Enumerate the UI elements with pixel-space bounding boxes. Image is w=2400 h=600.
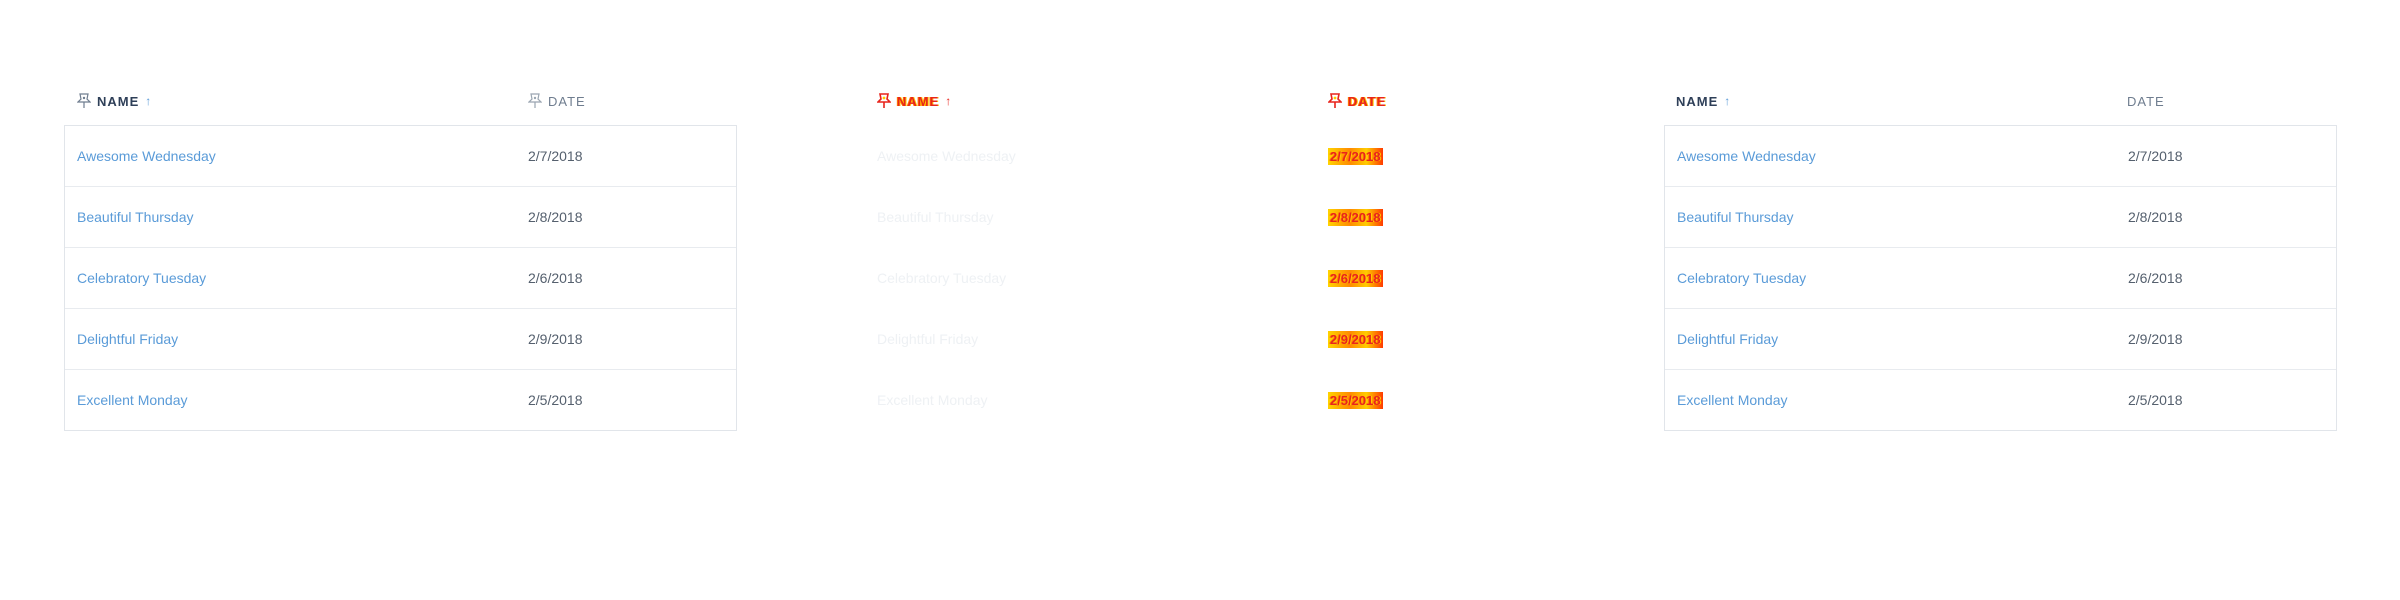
row-date-text: 2/6/2018 bbox=[1328, 269, 1383, 287]
sort-ascending-icon[interactable]: ↑ bbox=[1724, 94, 1731, 108]
table-row: Awesome Wednesday 2/7/2018 bbox=[65, 126, 736, 186]
column-label-date: Date bbox=[548, 93, 586, 109]
row-date: 2/5/2018 bbox=[528, 392, 583, 408]
row-date: 2/8/2018 bbox=[2128, 209, 2183, 225]
row-name-link[interactable]: Celebratory Tuesday bbox=[1677, 248, 1806, 308]
column-label-name: Name bbox=[897, 93, 940, 109]
row-date-text: 2/9/2018 bbox=[1328, 330, 1383, 348]
table-row: Celebratory Tuesday 2/6/2018 bbox=[1665, 247, 2336, 308]
row-name-link[interactable]: Delightful Friday bbox=[877, 309, 978, 369]
row-date: 2/9/2018 bbox=[1328, 309, 1383, 369]
table-row: Celebratory Tuesday 2/6/2018 bbox=[65, 247, 736, 308]
column-header-date[interactable]: Date bbox=[2127, 77, 2165, 125]
table-row: Beautiful Thursday 2/8/2018 bbox=[865, 186, 1536, 247]
row-date: 2/6/2018 bbox=[2128, 270, 2183, 286]
table-row: Beautiful Thursday 2/8/2018 bbox=[1665, 186, 2336, 247]
row-date: 2/5/2018 bbox=[2128, 392, 2183, 408]
table-row: Celebratory Tuesday 2/6/2018 bbox=[865, 247, 1536, 308]
pin-icon[interactable] bbox=[876, 93, 891, 109]
row-date-text: 2/5/2018 bbox=[1328, 391, 1383, 409]
row-date: 2/6/2018 bbox=[1328, 248, 1383, 308]
table-row: Beautiful Thursday 2/8/2018 bbox=[65, 186, 736, 247]
row-name-link[interactable]: Awesome Wednesday bbox=[1677, 126, 1816, 186]
table-row: Delightful Friday 2/9/2018 bbox=[65, 308, 736, 369]
row-name-link[interactable]: Awesome Wednesday bbox=[77, 126, 216, 186]
row-name-link[interactable]: Excellent Monday bbox=[877, 370, 988, 430]
table-row: Awesome Wednesday 2/7/2018 bbox=[1665, 126, 2336, 186]
table-header: Name ↑ Date bbox=[64, 77, 737, 125]
table-body: Awesome Wednesday 2/7/2018 Beautiful Thu… bbox=[64, 125, 737, 431]
column-label-name: Name bbox=[97, 93, 140, 109]
row-name-link[interactable]: Awesome Wednesday bbox=[877, 126, 1016, 186]
sort-ascending-icon[interactable]: ↑ bbox=[945, 94, 952, 108]
column-header-date[interactable]: Date bbox=[1327, 77, 1386, 125]
row-date: 2/5/2018 bbox=[1328, 370, 1383, 430]
row-name-link[interactable]: Celebratory Tuesday bbox=[877, 248, 1006, 308]
row-name-link[interactable]: Delightful Friday bbox=[77, 309, 178, 369]
row-date: 2/9/2018 bbox=[2128, 331, 2183, 347]
row-name-link[interactable]: Excellent Monday bbox=[77, 370, 188, 430]
pin-icon[interactable] bbox=[76, 93, 91, 109]
row-name-link[interactable]: Delightful Friday bbox=[1677, 309, 1778, 369]
row-name-link[interactable]: Beautiful Thursday bbox=[77, 187, 193, 247]
row-date: 2/8/2018 bbox=[528, 209, 583, 225]
column-label-name: Name bbox=[1676, 93, 1719, 109]
table-row: Delightful Friday 2/9/2018 bbox=[865, 308, 1536, 369]
table-row: Delightful Friday 2/9/2018 bbox=[1665, 308, 2336, 369]
row-date-text: 2/8/2018 bbox=[1328, 208, 1383, 226]
data-table-right: Name ↑ Date Awesome Wednesday 2/7/2018 B… bbox=[1664, 77, 2337, 431]
sort-ascending-icon[interactable]: ↑ bbox=[145, 94, 152, 108]
table-header: Name ↑ Date bbox=[864, 77, 1537, 125]
row-name-link[interactable]: Beautiful Thursday bbox=[1677, 187, 1793, 247]
pin-icon[interactable] bbox=[527, 93, 542, 109]
data-table-left: Name ↑ Date Awesome Wednesday 2/7/2018 B… bbox=[64, 77, 737, 431]
pin-icon[interactable] bbox=[1327, 93, 1342, 109]
table-row: Awesome Wednesday 2/7/2018 bbox=[865, 126, 1536, 186]
data-table-middle: Name ↑ Date Awesome Wednesday 2/7/2018 B… bbox=[864, 77, 1537, 431]
table-row: Excellent Monday 2/5/2018 bbox=[65, 369, 736, 430]
column-label-date: Date bbox=[1348, 93, 1387, 109]
row-name-link[interactable]: Excellent Monday bbox=[1677, 370, 1788, 430]
table-row: Excellent Monday 2/5/2018 bbox=[1665, 369, 2336, 430]
row-date: 2/7/2018 bbox=[2128, 148, 2183, 164]
column-label-date: Date bbox=[2127, 93, 2165, 109]
column-header-name[interactable]: Name ↑ bbox=[1676, 77, 1731, 125]
table-header: Name ↑ Date bbox=[1664, 77, 2337, 125]
column-header-name[interactable]: Name ↑ bbox=[76, 77, 152, 125]
table-body: Awesome Wednesday 2/7/2018 Beautiful Thu… bbox=[1664, 125, 2337, 431]
row-date: 2/7/2018 bbox=[1328, 126, 1383, 186]
table-body: Awesome Wednesday 2/7/2018 Beautiful Thu… bbox=[864, 125, 1537, 431]
row-date: 2/8/2018 bbox=[1328, 187, 1383, 247]
row-name-link[interactable]: Celebratory Tuesday bbox=[77, 248, 206, 308]
row-date-text: 2/7/2018 bbox=[1328, 147, 1383, 165]
row-name-link[interactable]: Beautiful Thursday bbox=[877, 187, 993, 247]
row-date: 2/9/2018 bbox=[528, 331, 583, 347]
row-date: 2/7/2018 bbox=[528, 148, 583, 164]
column-header-date[interactable]: Date bbox=[527, 77, 586, 125]
table-row: Excellent Monday 2/5/2018 bbox=[865, 369, 1536, 430]
column-header-name[interactable]: Name ↑ bbox=[876, 77, 952, 125]
row-date: 2/6/2018 bbox=[528, 270, 583, 286]
